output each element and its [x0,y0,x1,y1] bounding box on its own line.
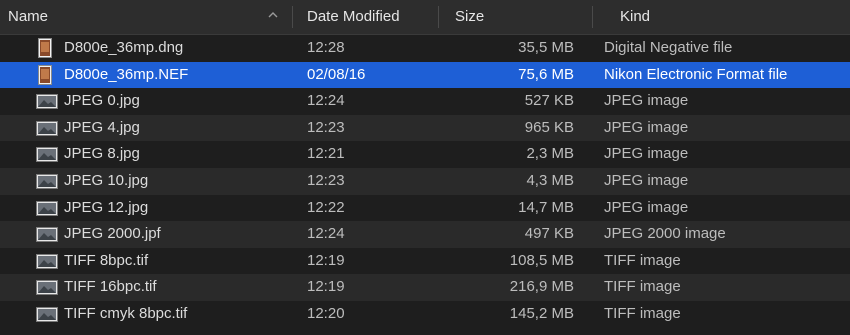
file-date-modified: 12:28 [307,39,345,56]
raw-photo-icon [38,64,52,85]
file-date-modified: 12:22 [307,198,345,216]
file-name: JPEG 0.jpg [64,92,140,110]
kind-column-header[interactable]: Kind [620,0,840,34]
image-file-icon [36,147,58,163]
column-separator[interactable] [438,6,439,28]
file-row[interactable]: TIFF 8bpc.tif 12:19 108,5 MB TIFF image [0,247,850,275]
file-size: 35,5 MB [518,39,574,56]
file-kind: JPEG image [604,92,689,110]
date-column-header[interactable]: Date Modified [307,0,435,34]
file-row[interactable]: D800e_36mp.NEF 02/08/16 75,6 MB Nikon Elect… [0,61,850,89]
file-kind: JPEG image [604,118,689,136]
column-separator[interactable] [292,6,293,28]
file-kind: JPEG 2000 image [604,225,726,243]
name-column-header[interactable]: Name [8,0,290,34]
file-size: 4,3 MB [526,171,574,189]
file-row[interactable]: TIFF 16bpc.tif 12:19 216,9 MB TIFF image [0,274,850,301]
file-list: D800e_36mp.dng 12:28 35,5 MB Digital Negati… [0,35,850,328]
file-date-modified: 12:24 [307,225,345,243]
file-date-modified: 12:23 [307,171,345,189]
file-size: 145,2 MB [509,304,574,322]
file-name: JPEG 12.jpg [64,198,149,216]
file-row[interactable]: JPEG 0.jpg 12:24 527 KB JPEG image [0,88,850,115]
file-row[interactable]: JPEG 4.jpg 12:23 965 KB JPEG image [0,114,850,142]
file-kind: JPEG image [604,145,689,163]
column-header-bar: Name Date Modified Size Kind [0,0,850,35]
file-name: TIFF cmyk 8bpc.tif [64,304,188,322]
file-row[interactable]: TIFF cmyk 8bpc.tif 12:20 145,2 MB TIFF imag… [0,300,850,328]
file-name: JPEG 8.jpg [64,145,140,163]
file-kind: JPEG image [604,171,689,189]
image-file-icon [36,306,58,322]
image-file-icon [36,120,58,136]
finder-list-view: Name Date Modified Size Kind D800e_36mp.… [0,0,850,335]
file-name: TIFF 8bpc.tif [64,251,149,269]
file-size: 965 KB [524,118,574,136]
file-name: JPEG 10.jpg [64,171,149,189]
size-column-label: Size [455,8,485,25]
file-row[interactable]: JPEG 8.jpg 12:21 2,3 MB JPEG image [0,141,850,168]
file-size: 527 KB [524,92,574,110]
raw-photo-icon [38,38,52,58]
image-file-icon [36,173,58,189]
file-kind: TIFF image [604,278,681,296]
kind-column-label: Kind [620,8,651,25]
column-separator[interactable] [592,6,593,28]
file-name: D800e_36mp.NEF [64,65,189,83]
file-name: JPEG 2000.jpf [64,225,161,243]
file-size: 216,9 MB [509,278,574,296]
file-kind: Nikon Electronic Format file [604,65,788,83]
file-date-modified: 12:20 [307,304,345,322]
file-kind: TIFF image [604,251,681,269]
file-date-modified: 12:19 [307,278,345,296]
size-column-header[interactable]: Size [455,0,590,34]
image-file-icon [36,280,58,296]
file-kind: Digital Negative file [604,39,733,56]
file-row[interactable]: JPEG 2000.jpf 12:24 497 KB JPEG 2000 image [0,221,850,248]
file-kind: TIFF image [604,304,681,322]
file-name: D800e_36mp.dng [64,39,184,56]
file-date-modified: 02/08/16 [307,65,366,83]
file-row[interactable]: JPEG 10.jpg 12:23 4,3 MB JPEG image [0,167,850,195]
file-date-modified: 12:24 [307,92,345,110]
name-column-label: Name [8,8,49,25]
file-size: 2,3 MB [526,145,574,163]
file-size: 14,7 MB [518,198,574,216]
image-file-icon [36,227,58,243]
file-size: 497 KB [524,225,574,243]
file-date-modified: 12:21 [307,145,345,163]
file-kind: JPEG image [604,198,689,216]
file-row[interactable]: D800e_36mp.dng 12:28 35,5 MB Digital Negati… [0,35,850,62]
date-column-label: Date Modified [307,8,400,25]
image-file-icon [36,253,58,269]
file-size: 75,6 MB [518,65,574,83]
file-size: 108,5 MB [509,251,574,269]
file-date-modified: 12:19 [307,251,345,269]
file-name: JPEG 4.jpg [64,118,140,136]
image-file-icon [36,94,58,110]
file-name: TIFF 16bpc.tif [64,278,157,296]
file-row[interactable]: JPEG 12.jpg 12:22 14,7 MB JPEG image [0,194,850,222]
file-date-modified: 12:23 [307,118,345,136]
image-file-icon [36,200,58,216]
sort-ascending-icon[interactable] [268,10,278,20]
